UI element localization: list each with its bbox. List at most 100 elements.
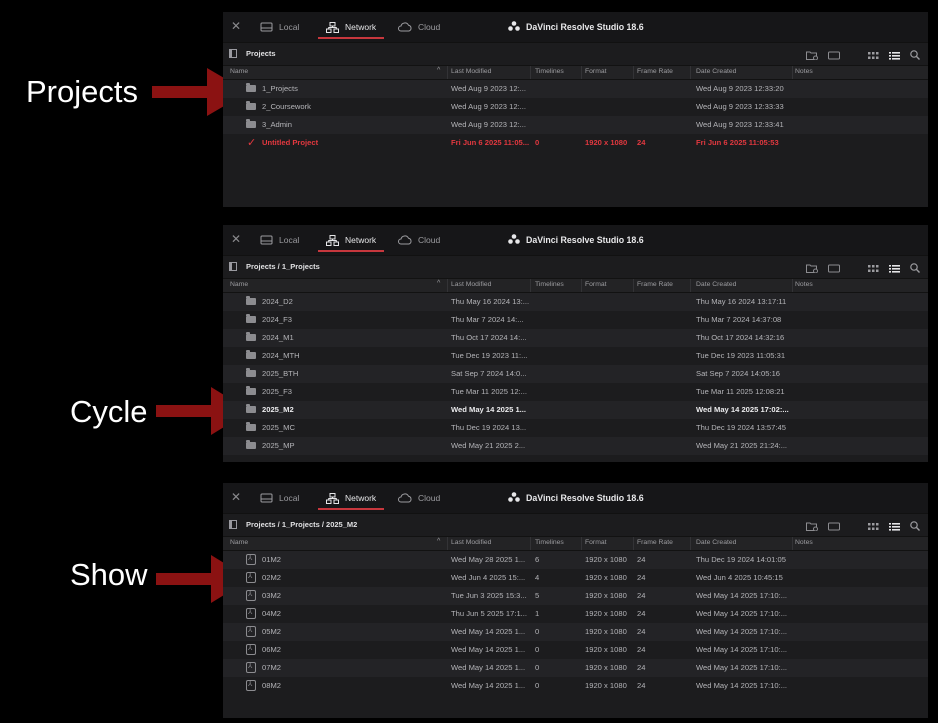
project-icon xyxy=(246,680,256,691)
new-folder-icon[interactable] xyxy=(806,518,818,536)
cell-name: 2025_M2 xyxy=(262,405,294,414)
list-item[interactable]: 06M2 Wed May 14 2025 1... 0 1920 x 1080 24 We… xyxy=(223,641,928,659)
column-header-name[interactable]: Name xyxy=(230,68,248,75)
tab-cloud[interactable]: Cloud xyxy=(397,12,440,42)
new-folder-icon[interactable] xyxy=(806,47,818,65)
column-header-format[interactable]: Format xyxy=(585,281,607,288)
list-item[interactable]: 01M2 Wed May 28 2025 1... 6 1920 x 1080 24 Th… xyxy=(223,551,928,569)
local-icon xyxy=(260,493,273,503)
tab-local[interactable]: Local xyxy=(260,225,299,255)
list-item[interactable]: 02M2 Wed Jun 4 2025 15:... 4 1920 x 1080 24 W… xyxy=(223,569,928,587)
list-item[interactable]: ✓ Untitled Project Fri Jun 6 2025 11:05...… xyxy=(223,134,928,152)
cell-name: 2024_M1 xyxy=(262,333,294,342)
list-item[interactable]: 2024_MTH Tue Dec 19 2023 11:... Tue Dec 19… xyxy=(223,347,928,365)
list-item[interactable]: 2025_MC Thu Dec 19 2024 13... Thu Dec 19 2… xyxy=(223,419,928,437)
tab-local[interactable]: Local xyxy=(260,12,299,42)
folder-icon xyxy=(246,386,256,395)
breadcrumb: Projects / 1_Projects xyxy=(246,262,320,271)
sidebar-toggle-icon[interactable] xyxy=(229,262,237,271)
project-icon xyxy=(246,662,256,673)
list-item[interactable]: 2025_MP Wed May 21 2025 2... Wed May 21 20… xyxy=(223,437,928,455)
list-item[interactable]: 05M2 Wed May 14 2025 1... 0 1920 x 1080 24 We… xyxy=(223,623,928,641)
list-item[interactable]: 08M2 Wed May 14 2025 1... 0 1920 x 1080 24 We… xyxy=(223,677,928,695)
folder-icon xyxy=(246,332,256,341)
grid-view-icon[interactable] xyxy=(868,47,879,65)
close-icon[interactable]: ✕ xyxy=(231,19,241,33)
tab-label: Local xyxy=(279,235,300,245)
list-item[interactable]: 1_Projects Wed Aug 9 2023 12:... Wed Aug 9… xyxy=(223,80,928,98)
drive-icon[interactable] xyxy=(828,518,840,536)
cell-format: 1920 x 1080 xyxy=(585,591,627,600)
tab-cloud[interactable]: Cloud xyxy=(397,225,440,255)
list-item[interactable]: 2025_F3 Tue Mar 11 2025 12:... Tue Mar 11 … xyxy=(223,383,928,401)
new-folder-icon[interactable] xyxy=(806,260,818,278)
tab-cloud[interactable]: Cloud xyxy=(397,483,440,513)
list-item[interactable]: 2024_F3 Thu Mar 7 2024 14:... Thu Mar 7 20… xyxy=(223,311,928,329)
cell-frame-rate: 24 xyxy=(637,645,646,654)
cell-name: 2025_MP xyxy=(262,441,295,450)
sort-ascending-icon[interactable]: ^ xyxy=(437,280,440,287)
column-header-last-modified[interactable]: Last Modified xyxy=(451,539,491,546)
sort-ascending-icon[interactable]: ^ xyxy=(437,67,440,74)
grid-view-icon[interactable] xyxy=(868,260,879,278)
cell-last-modified: Thu Oct 17 2024 14:... xyxy=(451,333,527,342)
column-header-notes[interactable]: Notes xyxy=(795,539,813,546)
search-icon[interactable] xyxy=(910,47,920,65)
title-bar: ✕ Local Network Cloud DaVinci Resolve St… xyxy=(223,225,928,256)
list-view-icon[interactable] xyxy=(889,260,900,278)
list-view-icon[interactable] xyxy=(889,47,900,65)
column-header-notes[interactable]: Notes xyxy=(795,68,813,75)
search-icon[interactable] xyxy=(910,518,920,536)
list-item[interactable]: 3_Admin Wed Aug 9 2023 12:... Wed Aug 9 20… xyxy=(223,116,928,134)
cell-format: 1920 x 1080 xyxy=(585,573,627,582)
folder-icon xyxy=(246,350,256,359)
tab-network[interactable]: Network xyxy=(317,483,385,513)
list-item[interactable]: 03M2 Tue Jun 3 2025 15:3... 5 1920 x 1080 24… xyxy=(223,587,928,605)
list-item[interactable]: 04M2 Thu Jun 5 2025 17:1... 1 1920 x 1080 24… xyxy=(223,605,928,623)
sort-ascending-icon[interactable]: ^ xyxy=(437,538,440,545)
column-header-date-created[interactable]: Date Created xyxy=(696,539,736,546)
column-header-date-created[interactable]: Date Created xyxy=(696,281,736,288)
column-header-format[interactable]: Format xyxy=(585,539,607,546)
column-header-format[interactable]: Format xyxy=(585,68,607,75)
search-icon[interactable] xyxy=(910,260,920,278)
close-icon[interactable]: ✕ xyxy=(231,490,241,504)
cell-name: 04M2 xyxy=(262,609,281,618)
column-header-frame-rate[interactable]: Frame Rate xyxy=(637,281,673,288)
list-item[interactable]: 07M2 Wed May 14 2025 1... 0 1920 x 1080 24 We… xyxy=(223,659,928,677)
cell-last-modified: Wed Aug 9 2023 12:... xyxy=(451,102,527,111)
cell-timelines: 5 xyxy=(535,591,540,600)
column-header-timelines[interactable]: Timelines xyxy=(535,539,564,546)
list-item[interactable]: 2024_M1 Thu Oct 17 2024 14:... Thu Oct 17 … xyxy=(223,329,928,347)
column-header-last-modified[interactable]: Last Modified xyxy=(451,281,491,288)
tab-network[interactable]: Network xyxy=(317,12,385,42)
tab-local[interactable]: Local xyxy=(260,483,299,513)
column-header-timelines[interactable]: Timelines xyxy=(535,281,564,288)
column-header-date-created[interactable]: Date Created xyxy=(696,68,736,75)
column-header-last-modified[interactable]: Last Modified xyxy=(451,68,491,75)
sidebar-toggle-icon[interactable] xyxy=(229,520,237,529)
project-list: 2024_D2 Thu May 16 2024 13:... Thu May 16 … xyxy=(223,293,928,455)
sidebar-toggle-icon[interactable] xyxy=(229,49,237,58)
column-header-frame-rate[interactable]: Frame Rate xyxy=(637,68,673,75)
list-item[interactable]: 2025_M2 Wed May 14 2025 1... Wed May 14 20… xyxy=(223,401,928,419)
list-view-icon[interactable] xyxy=(889,518,900,536)
column-header-notes[interactable]: Notes xyxy=(795,281,813,288)
column-header-frame-rate[interactable]: Frame Rate xyxy=(637,539,673,546)
column-header-timelines[interactable]: Timelines xyxy=(535,68,564,75)
tab-network[interactable]: Network xyxy=(317,225,385,255)
grid-view-icon[interactable] xyxy=(868,518,879,536)
drive-icon[interactable] xyxy=(828,47,840,65)
column-header-name[interactable]: Name xyxy=(230,539,248,546)
project-manager-panel: ✕ Local Network Cloud DaVinci Resolve St… xyxy=(223,483,928,718)
cell-timelines: 1 xyxy=(535,609,540,618)
column-header-name[interactable]: Name xyxy=(230,281,248,288)
list-item[interactable]: 2_Coursework Wed Aug 9 2023 12:... Wed Aug… xyxy=(223,98,928,116)
drive-icon[interactable] xyxy=(828,260,840,278)
cell-format: 1920 x 1080 xyxy=(585,555,627,564)
list-item[interactable]: 2025_BTH Sat Sep 7 2024 14:0... Sat Sep 7 … xyxy=(223,365,928,383)
project-manager-panel: ✕ Local Network Cloud DaVinci Resolve St… xyxy=(223,225,928,462)
list-item[interactable]: 2024_D2 Thu May 16 2024 13:... Thu May 16 … xyxy=(223,293,928,311)
close-icon[interactable]: ✕ xyxy=(231,232,241,246)
cell-last-modified: Wed Aug 9 2023 12:... xyxy=(451,84,527,93)
